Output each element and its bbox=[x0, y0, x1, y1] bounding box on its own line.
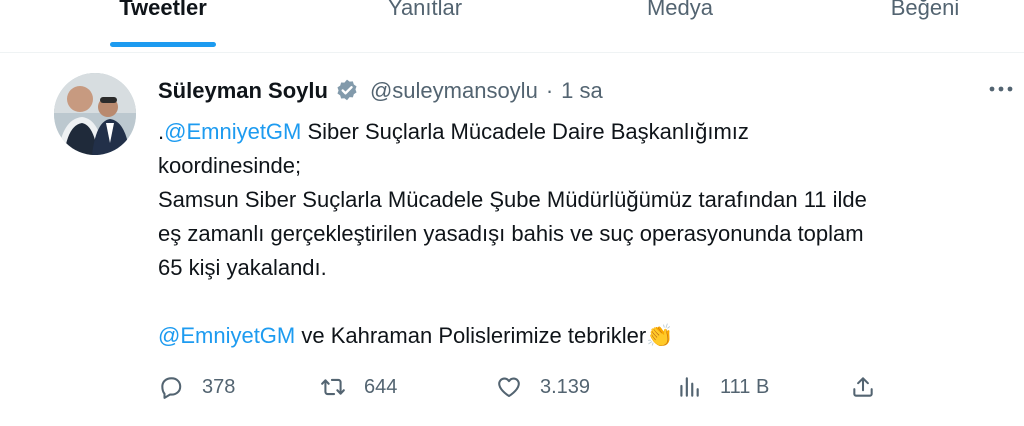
tweet-text: .@EmniyetGM Siber Suçlarla Mücadele Dair… bbox=[158, 115, 978, 353]
views-button[interactable]: 111 B bbox=[676, 371, 769, 403]
avatar[interactable] bbox=[54, 73, 136, 155]
mention-link[interactable]: @EmniyetGM bbox=[164, 119, 301, 144]
analytics-bar-chart-icon bbox=[680, 377, 699, 397]
tweet-line-2: koordinesinde; bbox=[158, 153, 302, 178]
tweet-line-3: Samsun Siber Suçlarla Mücadele Şube Müdü… bbox=[158, 187, 867, 212]
reply-button[interactable]: 378 bbox=[158, 371, 235, 403]
share-button[interactable] bbox=[850, 371, 876, 403]
author-handle[interactable]: @suleymansoylu bbox=[370, 78, 538, 104]
verified-badge-icon bbox=[334, 78, 360, 104]
profile-tabs: Tweetler Yanıtlar Medya Beğeni bbox=[0, 0, 1024, 53]
tweet[interactable]: Süleyman Soylu @suleymansoylu · 1 sa .@E… bbox=[28, 53, 1024, 426]
share-upload-icon bbox=[853, 377, 873, 397]
heart-icon bbox=[498, 377, 520, 398]
tweet-line-4: eş zamanlı gerçekleştirilen yasadışı bah… bbox=[158, 221, 864, 246]
clapping-hands-emoji: 👏 bbox=[646, 323, 674, 348]
mention-link[interactable]: @EmniyetGM bbox=[158, 323, 295, 348]
like-count: 3.139 bbox=[540, 375, 591, 398]
more-horizontal-icon bbox=[989, 86, 1013, 92]
tab-replies[interactable]: Yanıtlar bbox=[360, 0, 490, 28]
tweet-line-1: .@EmniyetGM Siber Suçlarla Mücadele Dair… bbox=[158, 115, 978, 149]
tweet-line-5: 65 kişi yakalandı. bbox=[158, 255, 327, 280]
reply-icon bbox=[161, 377, 182, 399]
more-options-button[interactable] bbox=[986, 75, 1016, 110]
views-count: 111 B bbox=[720, 375, 770, 398]
retweet-button[interactable]: 644 bbox=[320, 371, 397, 403]
tweet-header: Süleyman Soylu @suleymansoylu · 1 sa bbox=[158, 77, 603, 105]
active-tab-indicator bbox=[110, 42, 216, 47]
avatar-photo bbox=[54, 73, 136, 155]
tweet-line-1-text: Siber Suçlarla Mücadele Daire Başkanlığı… bbox=[301, 119, 749, 144]
reply-count: 378 bbox=[202, 375, 236, 398]
author-name[interactable]: Süleyman Soylu bbox=[158, 78, 328, 104]
tweet-line-6: @EmniyetGM ve Kahraman Polislerimize teb… bbox=[158, 319, 978, 353]
like-button[interactable]: 3.139 bbox=[496, 371, 590, 403]
tab-tweets[interactable]: Tweetler bbox=[110, 0, 216, 28]
retweet-icon bbox=[321, 378, 345, 396]
tweet-timestamp[interactable]: 1 sa bbox=[561, 78, 603, 104]
tweet-actions: 378 644 3.139 111 B bbox=[158, 371, 888, 403]
tab-media[interactable]: Medya bbox=[615, 0, 745, 28]
retweet-count: 644 bbox=[364, 375, 398, 398]
tweet-line-6-text: ve Kahraman Polislerimize tebrikler bbox=[295, 323, 647, 348]
separator-dot: · bbox=[545, 78, 554, 103]
tab-likes[interactable]: Beğeni bbox=[860, 0, 990, 28]
